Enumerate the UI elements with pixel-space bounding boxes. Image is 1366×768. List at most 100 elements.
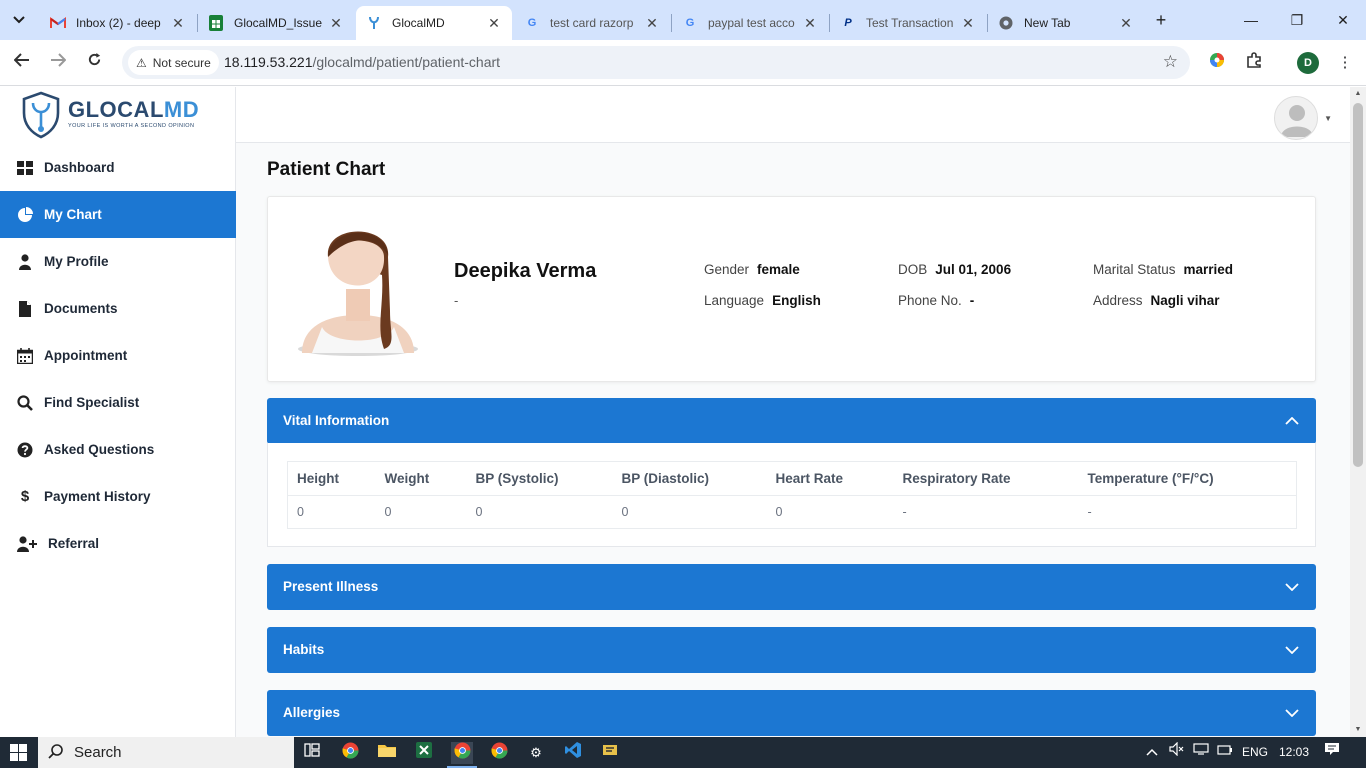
panel-title: Vital Information (283, 413, 390, 428)
scrollbar-thumb[interactable] (1353, 103, 1363, 467)
sidebar-nav: Dashboard My Chart My Profile Documents (0, 144, 236, 567)
close-window-button[interactable]: ✕ (1328, 8, 1358, 32)
reload-button[interactable] (82, 51, 106, 75)
patient-photo (292, 215, 424, 357)
excel-icon[interactable] (413, 742, 435, 764)
file-explorer-icon[interactable] (376, 742, 398, 764)
vital-information-header[interactable]: Vital Information (267, 398, 1316, 444)
remote-app-icon[interactable] (599, 742, 621, 764)
tab-glocalmd-issue[interactable]: GlocalMD_Issue ✕ (198, 6, 354, 40)
bookmark-star-icon[interactable]: ☆ (1163, 52, 1178, 72)
vital-information-body: Height Weight BP (Systolic) BP (Diastoli… (267, 443, 1316, 547)
close-icon[interactable]: ✕ (644, 15, 660, 32)
back-button[interactable] (10, 51, 34, 75)
tab-new-tab[interactable]: New Tab ✕ (988, 6, 1144, 40)
input-language[interactable]: ENG (1242, 737, 1268, 768)
tab-test-transaction[interactable]: P Test Transaction ✕ (830, 6, 986, 40)
google-icon: G (527, 17, 537, 29)
new-tab-button[interactable]: + (1150, 9, 1172, 31)
table-row: 0 0 0 0 0 - - (288, 496, 1297, 529)
sidebar: GLOCALMD YOUR LIFE IS WORTH A SECOND OPI… (0, 87, 236, 737)
close-icon[interactable]: ✕ (486, 15, 502, 32)
close-icon[interactable]: ✕ (170, 15, 186, 32)
column-header: Temperature (°F/°C) (1078, 461, 1297, 496)
chevron-down-icon (1284, 690, 1300, 736)
tab-title: GlocalMD_Issue (234, 16, 323, 30)
kebab-menu-icon[interactable]: ⋮ (1334, 52, 1356, 74)
present-illness-header[interactable]: Present Illness (267, 564, 1316, 610)
sidebar-item-appointment[interactable]: Appointment (0, 332, 236, 379)
extensions-puzzle-icon[interactable] (1243, 52, 1265, 74)
sidebar-item-my-profile[interactable]: My Profile (0, 238, 236, 285)
chevron-down-icon (1284, 627, 1300, 673)
security-chip[interactable]: ⚠ Not secure (128, 50, 219, 75)
browser-tab-strip: Inbox (2) - deep ✕ GlocalMD_Issue ✕ Gloc… (0, 0, 1366, 40)
tab-inbox[interactable]: Inbox (2) - deep ✕ (40, 6, 196, 40)
profile-avatar-button[interactable]: D (1297, 52, 1319, 74)
tab-glocalmd[interactable]: GlocalMD ✕ (356, 6, 512, 40)
caret-down-icon[interactable]: ▼ (1324, 114, 1332, 123)
sidebar-item-label: Documents (44, 301, 118, 316)
chrome-profile-icon[interactable] (488, 742, 510, 764)
chrome-icon[interactable] (339, 742, 361, 764)
forward-button[interactable] (46, 51, 70, 75)
color-extension-icon[interactable] (1206, 52, 1228, 74)
sidebar-item-my-chart[interactable]: My Chart (0, 191, 236, 238)
user-avatar[interactable] (1274, 96, 1318, 140)
sidebar-item-label: My Profile (44, 254, 109, 269)
battery-plug-icon[interactable] (1217, 737, 1233, 768)
sidebar-item-dashboard[interactable]: Dashboard (0, 144, 236, 191)
table-cell: 0 (621, 505, 629, 519)
windows-start-icon[interactable] (10, 744, 27, 761)
close-icon[interactable]: ✕ (802, 15, 818, 32)
windows-taskbar: Search ⚙ ENG 12:03 (0, 737, 1366, 768)
sidebar-item-find-specialist[interactable]: Find Specialist (0, 379, 236, 426)
show-hidden-icons-chevron-icon[interactable] (1146, 737, 1158, 768)
page-scrollbar[interactable]: ▲ ▼ (1350, 87, 1366, 737)
logo-text-glocal: GLOCAL (68, 97, 164, 122)
notification-center-icon[interactable] (1324, 737, 1340, 768)
arrow-left-icon (13, 53, 29, 67)
tab-paypal-test[interactable]: G paypal test acco ✕ (672, 6, 828, 40)
sidebar-item-payment-history[interactable]: $ Payment History (0, 473, 236, 520)
tab-search-button[interactable] (6, 8, 32, 32)
network-icon[interactable] (1193, 737, 1209, 768)
scroll-up-arrow-icon[interactable]: ▲ (1350, 87, 1366, 101)
glocalmd-icon (366, 15, 382, 31)
url-text[interactable]: 18.119.53.221/glocalmd/patient/patient-c… (224, 54, 500, 70)
sidebar-item-referral[interactable]: Referral (0, 520, 236, 567)
glocalmd-logo[interactable]: GLOCALMD YOUR LIFE IS WORTH A SECOND OPI… (20, 89, 200, 139)
gender-value: female (757, 262, 800, 277)
task-view-icon[interactable] (301, 742, 323, 764)
column-header: Heart Rate (766, 461, 894, 496)
settings-gear-icon[interactable]: ⚙ (525, 742, 547, 764)
logo-tagline: YOUR LIFE IS WORTH A SECOND OPINION (68, 123, 195, 129)
speaker-muted-icon[interactable] (1169, 737, 1185, 768)
phone-value: - (969, 293, 975, 308)
sidebar-item-documents[interactable]: Documents (0, 285, 236, 332)
table-cell: 0 (775, 505, 783, 519)
close-icon[interactable]: ✕ (960, 15, 976, 32)
tab-test-card[interactable]: G test card razorp ✕ (514, 6, 670, 40)
restore-button[interactable]: ❐ (1282, 8, 1312, 32)
column-header: Weight (375, 461, 467, 496)
vscode-icon[interactable] (562, 742, 584, 764)
allergies-header[interactable]: Allergies (267, 690, 1316, 736)
scroll-down-arrow-icon[interactable]: ▼ (1350, 723, 1366, 737)
stethoscope-shield-icon (22, 91, 60, 139)
close-icon[interactable]: ✕ (328, 15, 344, 32)
sidebar-item-asked-questions[interactable]: Asked Questions (0, 426, 236, 473)
panel-title: Allergies (283, 705, 341, 720)
address-bar[interactable]: ⚠ Not secure 18.119.53.221/glocalmd/pati… (122, 46, 1190, 79)
chrome-active-icon[interactable] (451, 742, 473, 764)
phone-label: Phone No. (898, 293, 962, 308)
app-top-bar: ▼ (236, 87, 1350, 143)
tab-title: Test Transaction (866, 16, 954, 30)
patient-name: Deepika Verma (454, 260, 597, 282)
close-icon[interactable]: ✕ (1118, 15, 1134, 32)
language-value: English (772, 293, 821, 308)
minimize-button[interactable]: — (1236, 8, 1266, 32)
taskbar-search-box[interactable]: Search (38, 737, 294, 768)
system-clock[interactable]: 12:03 (1279, 737, 1309, 768)
habits-header[interactable]: Habits (267, 627, 1316, 673)
